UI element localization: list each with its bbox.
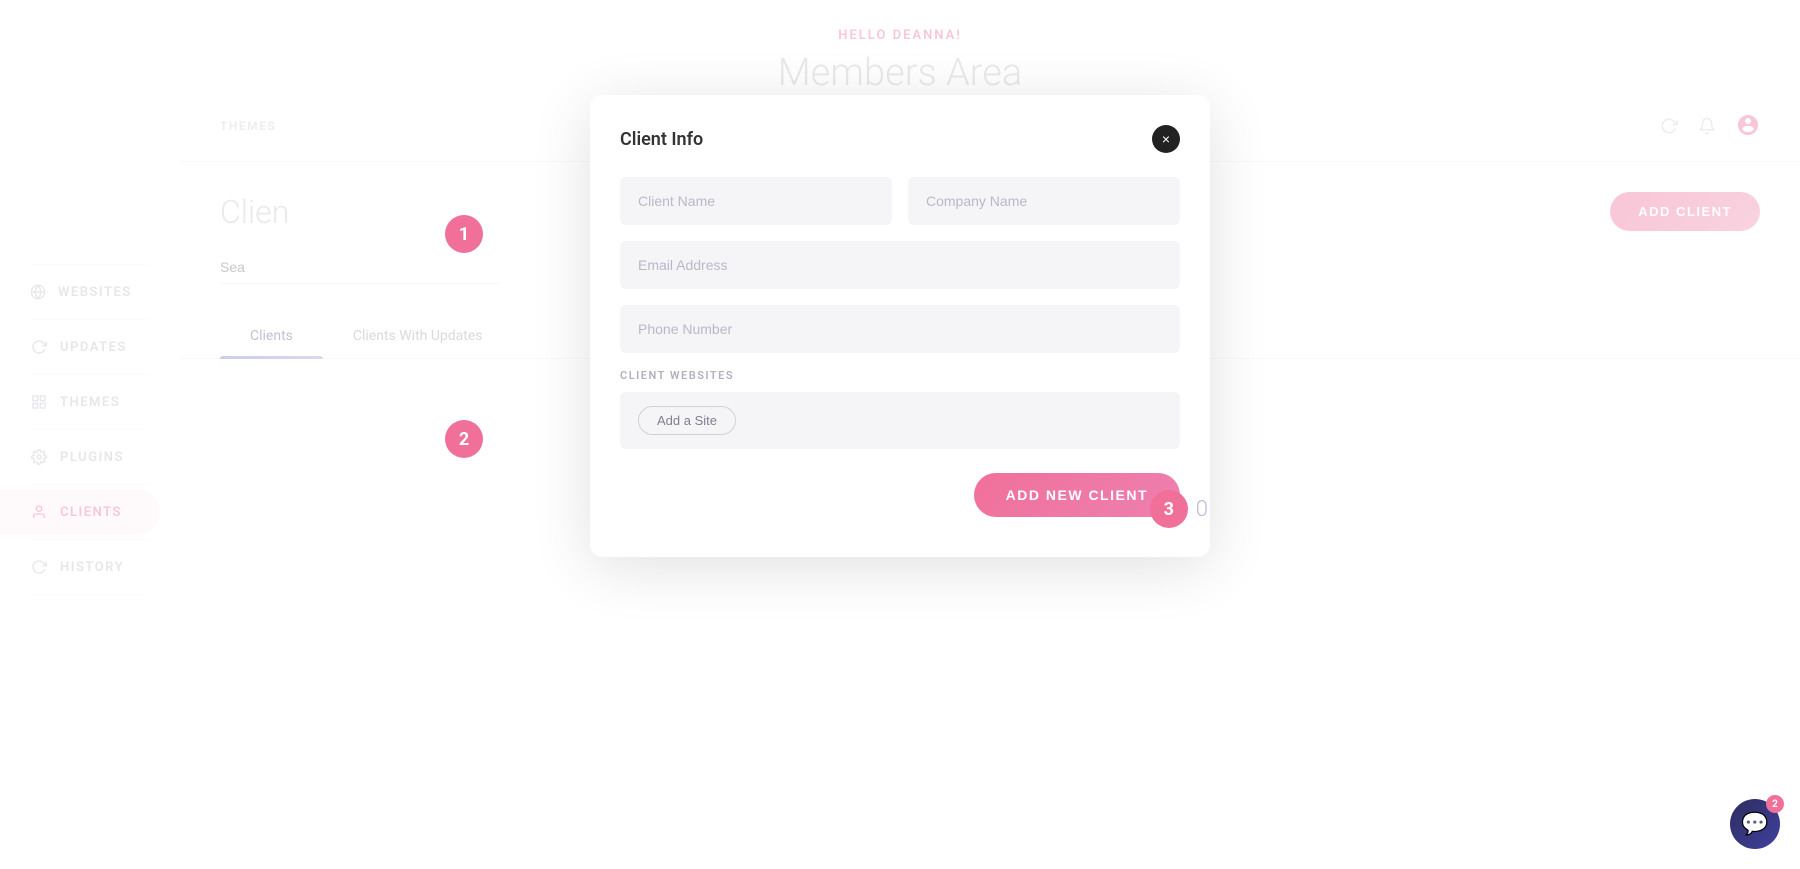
chat-bubble[interactable]: 💬 2 xyxy=(1730,799,1780,849)
step-3-count: 0 xyxy=(1196,497,1208,522)
client-name-input[interactable] xyxy=(620,177,892,225)
step-badge-2: 2 xyxy=(445,420,483,458)
company-name-input[interactable] xyxy=(908,177,1180,225)
websites-label: CLIENT WEBSITES xyxy=(620,369,1180,382)
email-input[interactable] xyxy=(620,241,1180,289)
websites-section: CLIENT WEBSITES Add a Site xyxy=(620,369,1180,449)
modal-title: Client Info xyxy=(620,129,703,150)
form-row-phone xyxy=(620,305,1180,353)
step-badge-3: 3 xyxy=(1150,490,1188,528)
form-row-name xyxy=(620,177,1180,225)
modal: Client Info × CLIENT WEBSITES Add a Site… xyxy=(590,95,1210,557)
form-row-email xyxy=(620,241,1180,289)
phone-input[interactable] xyxy=(620,305,1180,353)
add-site-button[interactable]: Add a Site xyxy=(638,406,736,435)
websites-area: Add a Site xyxy=(620,392,1180,449)
modal-close-button[interactable]: × xyxy=(1152,125,1180,153)
chat-icon: 💬 xyxy=(1741,812,1768,837)
step-badge-1: 1 xyxy=(445,215,483,253)
chat-badge: 2 xyxy=(1766,795,1784,813)
modal-header: Client Info × xyxy=(620,125,1180,153)
